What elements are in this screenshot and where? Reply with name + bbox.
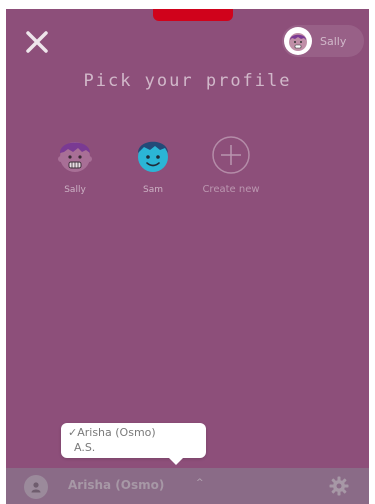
profile-sally[interactable]: Sally bbox=[45, 135, 105, 195]
bottom-bar: Arisha (Osmo) ^ bbox=[6, 468, 369, 504]
profile-sally-label: Sally bbox=[64, 185, 86, 195]
sally-face-icon bbox=[58, 142, 92, 172]
page-title: Pick your profile bbox=[83, 71, 292, 91]
app-screen: Sally Pick your profile Sally Sam Create… bbox=[6, 9, 369, 504]
account-icon[interactable] bbox=[24, 475, 48, 499]
sally-avatar-icon bbox=[289, 33, 307, 51]
gear-icon[interactable] bbox=[329, 476, 349, 496]
current-user-chip[interactable]: Sally bbox=[282, 25, 364, 57]
person-icon bbox=[31, 482, 41, 493]
account-option-arisha[interactable]: ✓Arisha (Osmo) bbox=[68, 426, 156, 439]
current-user-name: Sally bbox=[320, 34, 347, 48]
chevron-up-icon[interactable]: ^ bbox=[196, 478, 204, 488]
profile-sam[interactable]: Sam bbox=[123, 135, 183, 195]
create-new-profile-button[interactable]: Create new bbox=[196, 135, 266, 195]
create-new-label: Create new bbox=[202, 184, 260, 195]
close-icon[interactable] bbox=[24, 29, 50, 55]
account-switcher-popover: ✓Arisha (Osmo) A.S. bbox=[61, 423, 206, 465]
account-option-as[interactable]: A.S. bbox=[74, 441, 95, 454]
sam-face-icon bbox=[138, 141, 168, 172]
account-selector[interactable]: Arisha (Osmo) bbox=[68, 478, 164, 492]
top-tab-handle[interactable] bbox=[153, 9, 233, 21]
plus-icon bbox=[212, 136, 250, 174]
avatar bbox=[284, 27, 312, 55]
profile-sam-label: Sam bbox=[143, 185, 163, 195]
